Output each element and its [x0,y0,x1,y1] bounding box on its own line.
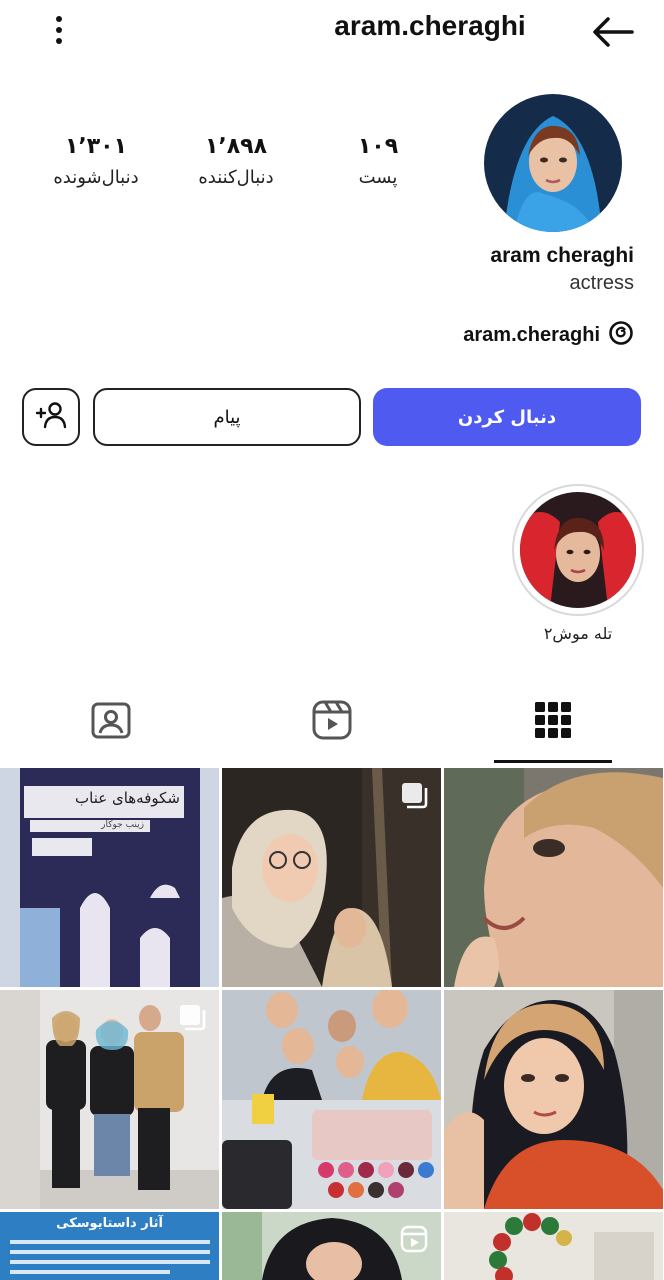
post-thumbnail[interactable]: شکوفه‌های عناب زینب جوکار [0,768,219,987]
following-count: ۱٬۳۰۱ [64,134,128,159]
followers-stat[interactable]: ۱٬۸۹۸ دنبال‌کننده [166,134,306,188]
threads-icon [608,320,634,350]
threads-handle: aram.cheraghi [463,323,600,346]
reel-icon [399,1224,429,1254]
profile-bio: actress [569,272,634,294]
story-highlight-label: تله موش۲ [543,624,613,643]
post-thumbnail[interactable] [222,768,441,987]
post-thumbnail[interactable] [444,990,663,1209]
post-thumbnail[interactable] [444,1212,663,1280]
grid-icon [532,699,574,745]
profile-tabs [0,680,664,766]
post-caption-title: آثار داستایوسکی [56,1216,163,1231]
message-button[interactable]: پیام [93,388,361,446]
tab-tagged[interactable] [0,680,221,764]
threads-link[interactable]: aram.cheraghi [463,320,634,350]
post-thumbnail[interactable] [0,990,219,1209]
followers-label: دنبال‌کننده [198,167,274,188]
tab-posts-grid[interactable] [442,680,663,764]
posts-label: پست [358,167,398,188]
add-user-icon [34,400,68,435]
post-book-title: شکوفه‌های عناب [75,789,180,807]
post-thumbnail[interactable] [444,768,663,987]
message-button-label: پیام [213,406,241,428]
posts-count: ۱۰۹ [357,134,399,159]
more-options-icon[interactable] [44,12,74,48]
follow-button-label: دنبال کردن [457,406,557,428]
top-bar: aram.cheraghi [0,0,664,60]
profile-username-title: aram.cheraghi [334,10,526,41]
multiple-photos-icon [399,780,429,810]
suggested-users-button[interactable] [22,388,80,446]
follow-button[interactable]: دنبال کردن [373,388,641,446]
active-tab-indicator [494,760,612,763]
following-label: دنبال‌شونده [53,167,139,188]
profile-full-name: aram cheraghi [490,244,634,267]
posts-stat[interactable]: ۱۰۹ پست [308,134,448,188]
post-book-author: زینب جوکار [101,820,144,830]
tagged-icon [90,699,132,745]
following-stat[interactable]: ۱٬۳۰۱ دنبال‌شونده [26,134,166,188]
post-thumbnail[interactable] [222,990,441,1209]
post-thumbnail[interactable]: آثار داستایوسکی [0,1212,219,1280]
back-arrow-icon[interactable] [590,14,636,50]
followers-count: ۱٬۸۹۸ [204,134,268,159]
posts-grid: شکوفه‌های عناب زینب جوکار [0,768,664,1280]
profile-avatar[interactable] [484,94,622,232]
tab-reels[interactable] [221,680,442,764]
reels-icon [311,699,353,745]
multiple-photos-icon [177,1002,207,1032]
story-highlight[interactable] [512,484,644,616]
story-highlight-cover [520,492,636,608]
post-thumbnail[interactable] [222,1212,441,1280]
